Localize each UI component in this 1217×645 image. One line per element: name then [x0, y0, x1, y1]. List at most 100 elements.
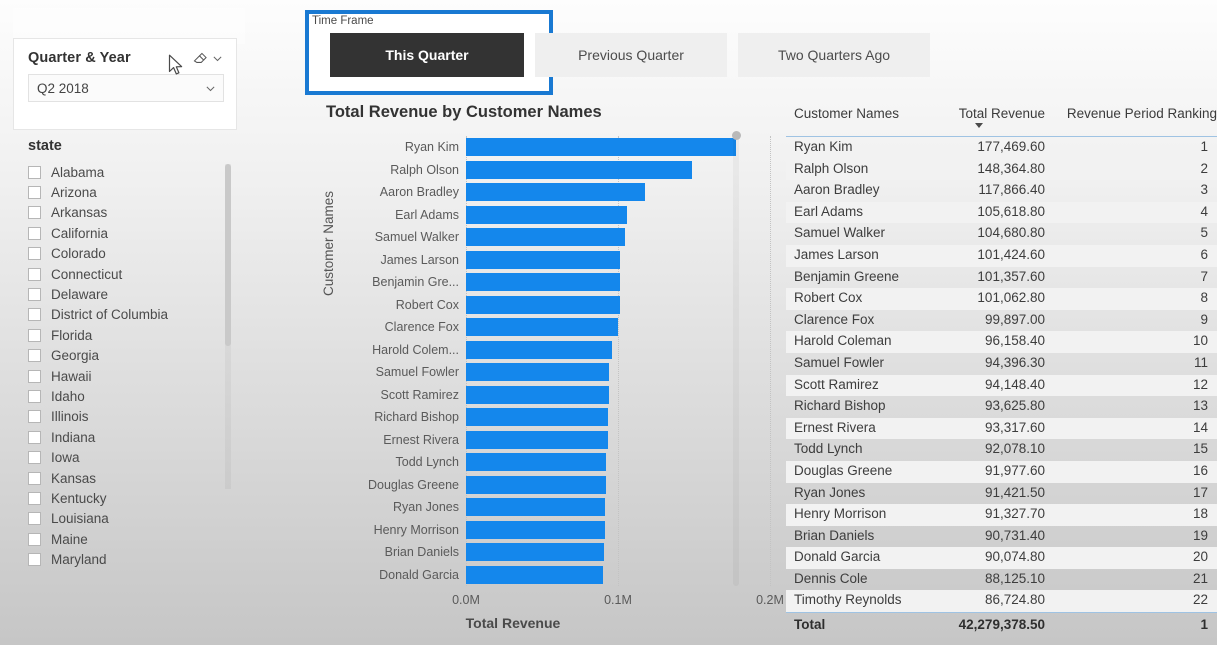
- time-frame-option-previous-quarter[interactable]: Previous Quarter: [535, 33, 727, 77]
- table-row[interactable]: Ralph Olson 148,364.80 2: [786, 158, 1217, 181]
- checkbox-icon[interactable]: [28, 186, 41, 200]
- chart-bar[interactable]: [466, 543, 604, 561]
- table-row[interactable]: Richard Bishop 93,625.80 13: [786, 396, 1217, 418]
- table-row[interactable]: Brian Daniels 90,731.40 19: [786, 526, 1217, 548]
- chart-bar[interactable]: [466, 453, 606, 471]
- chart-bar[interactable]: [466, 498, 605, 516]
- checkbox-icon[interactable]: [28, 267, 41, 281]
- chart-bar[interactable]: [466, 475, 606, 494]
- state-list-item[interactable]: Hawaii: [28, 366, 237, 386]
- table-row[interactable]: Ernest Rivera 93,317.60 14: [786, 417, 1217, 440]
- chart-bar-row[interactable]: Benjamin Gre...: [330, 271, 770, 294]
- state-list-item[interactable]: Illinois: [28, 407, 237, 427]
- state-list-item[interactable]: Florida: [28, 325, 237, 345]
- chart-bar[interactable]: [466, 408, 609, 426]
- state-list-item[interactable]: Maryland: [28, 549, 237, 569]
- quarter-year-slicer[interactable]: Quarter & Year Q2 2018: [13, 38, 237, 130]
- time-frame-option-two-quarters-ago[interactable]: Two Quarters Ago: [738, 33, 930, 77]
- chart-scrollbar-thumb[interactable]: [732, 131, 741, 140]
- state-list-item[interactable]: Maine: [28, 529, 237, 549]
- chart-bar-row[interactable]: Ernest Rivera: [330, 429, 770, 452]
- state-list-item[interactable]: Indiana: [28, 427, 237, 447]
- state-slicer-scrollbar-thumb[interactable]: [225, 164, 231, 346]
- checkbox-icon[interactable]: [28, 349, 41, 363]
- chart-bar-row[interactable]: Ryan Jones: [330, 496, 770, 519]
- state-list-item[interactable]: Colorado: [28, 244, 237, 264]
- state-slicer[interactable]: state Alabama Arizona Arkansas California Co…: [13, 138, 237, 570]
- table-row[interactable]: Dennis Cole 88,125.10 21: [786, 569, 1217, 591]
- table-column-header-revenue-period-ranking[interactable]: Revenue Period Ranking: [1067, 106, 1217, 121]
- table-row[interactable]: Samuel Fowler 94,396.30 11: [786, 353, 1217, 375]
- chart-bar[interactable]: [466, 565, 603, 584]
- checkbox-icon[interactable]: [28, 512, 41, 526]
- checkbox-icon[interactable]: [28, 288, 41, 302]
- checkbox-icon[interactable]: [28, 491, 41, 505]
- table-row[interactable]: Ryan Kim 177,469.60 1: [786, 137, 1217, 159]
- revenue-table[interactable]: Customer Names Total Revenue Revenue Per…: [786, 104, 1217, 645]
- table-row[interactable]: Benjamin Greene 101,357.60 7: [786, 267, 1217, 289]
- state-list-item[interactable]: Georgia: [28, 346, 237, 366]
- chart-bar[interactable]: [466, 385, 610, 404]
- state-list-item[interactable]: Idaho: [28, 386, 237, 406]
- chart-bar-row[interactable]: Samuel Fowler: [330, 361, 770, 384]
- time-frame-option-this-quarter[interactable]: This Quarter: [330, 33, 524, 77]
- state-list-item[interactable]: Arkansas: [28, 203, 237, 223]
- state-list-item[interactable]: California: [28, 223, 237, 243]
- quarter-year-dropdown[interactable]: Q2 2018: [28, 74, 224, 102]
- table-row[interactable]: Aaron Bradley 117,866.40 3: [786, 180, 1217, 202]
- chart-bar-row[interactable]: Clarence Fox: [330, 316, 770, 339]
- chart-bar-row[interactable]: Samuel Walker: [330, 226, 770, 249]
- chevron-down-icon[interactable]: [208, 49, 226, 67]
- state-list-item[interactable]: Connecticut: [28, 264, 237, 284]
- checkbox-icon[interactable]: [28, 410, 41, 424]
- checkbox-icon[interactable]: [28, 165, 41, 179]
- chevron-down-icon[interactable]: [197, 82, 223, 95]
- chart-bar[interactable]: [466, 205, 627, 224]
- chart-bar-row[interactable]: Earl Adams: [330, 204, 770, 227]
- chart-bar[interactable]: [466, 340, 613, 359]
- chart-bar-row[interactable]: Brian Daniels: [330, 541, 770, 564]
- chart-bar[interactable]: [466, 520, 605, 539]
- chart-bar[interactable]: [466, 430, 608, 449]
- table-row[interactable]: Harold Coleman 96,158.40 10: [786, 331, 1217, 353]
- checkbox-icon[interactable]: [28, 308, 41, 322]
- table-row[interactable]: Earl Adams 105,618.80 4: [786, 201, 1217, 224]
- chart-bar-row[interactable]: Ryan Kim: [330, 136, 770, 159]
- chart-bar-row[interactable]: Robert Cox: [330, 294, 770, 317]
- state-list-item[interactable]: Delaware: [28, 284, 237, 304]
- checkbox-icon[interactable]: [28, 247, 41, 261]
- table-row[interactable]: Henry Morrison 91,327.70 18: [786, 504, 1217, 526]
- table-column-header-customer-names[interactable]: Customer Names: [794, 106, 899, 121]
- state-list-item[interactable]: Kansas: [28, 468, 237, 488]
- table-row[interactable]: Robert Cox 101,062.80 8: [786, 288, 1217, 310]
- table-row[interactable]: James Larson 101,424.60 6: [786, 244, 1217, 267]
- checkbox-icon[interactable]: [28, 226, 41, 240]
- chart-bar[interactable]: [466, 273, 621, 291]
- chart-bar-row[interactable]: Scott Ramirez: [330, 384, 770, 407]
- chart-bar-row[interactable]: Ralph Olson: [330, 159, 770, 182]
- chart-bar-row[interactable]: Henry Morrison: [330, 519, 770, 542]
- state-list-item[interactable]: Louisiana: [28, 509, 237, 529]
- state-list-item[interactable]: Iowa: [28, 447, 237, 467]
- checkbox-icon[interactable]: [28, 430, 41, 444]
- chart-bar[interactable]: [466, 183, 646, 201]
- chart-bar-row[interactable]: Douglas Greene: [330, 474, 770, 497]
- table-row[interactable]: Samuel Walker 104,680.80 5: [786, 223, 1217, 245]
- table-row[interactable]: Douglas Greene 91,977.60 16: [786, 460, 1217, 483]
- chart-bar[interactable]: [466, 250, 621, 269]
- chart-bar-row[interactable]: Richard Bishop: [330, 406, 770, 429]
- chart-bar-row[interactable]: Aaron Bradley: [330, 181, 770, 204]
- checkbox-icon[interactable]: [28, 369, 41, 383]
- checkbox-icon[interactable]: [28, 532, 41, 546]
- table-row[interactable]: Timothy Reynolds 86,724.80 22: [786, 590, 1217, 613]
- eraser-icon[interactable]: [190, 49, 208, 67]
- chart-bar-row[interactable]: Harold Colem...: [330, 339, 770, 362]
- table-row[interactable]: Ryan Jones 91,421.50 17: [786, 483, 1217, 505]
- table-row[interactable]: Scott Ramirez 94,148.40 12: [786, 374, 1217, 397]
- table-row[interactable]: Clarence Fox 99,897.00 9: [786, 310, 1217, 332]
- time-frame-slicer[interactable]: This Quarter Previous Quarter Two Quarters…: [330, 33, 930, 77]
- state-slicer-list[interactable]: Alabama Arizona Arkansas California Colorado…: [28, 162, 237, 570]
- checkbox-icon[interactable]: [28, 471, 41, 485]
- checkbox-icon[interactable]: [28, 451, 41, 465]
- chart-bar[interactable]: [466, 295, 620, 314]
